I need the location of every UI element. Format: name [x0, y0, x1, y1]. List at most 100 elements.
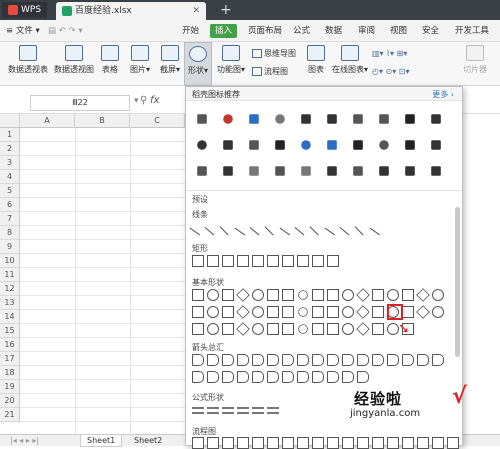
menu-review[interactable]: 审阅	[358, 24, 375, 38]
basic-shape[interactable]	[342, 306, 354, 318]
eq-shape[interactable]	[252, 407, 264, 414]
basic-shape[interactable]	[236, 288, 250, 302]
person-icon[interactable]	[353, 166, 363, 176]
more-link[interactable]: 更多 ›	[432, 89, 454, 100]
basic-shape[interactable]	[282, 306, 294, 318]
basic-shape[interactable]	[372, 323, 384, 335]
function-chart-button[interactable]: 功能图▾	[214, 42, 248, 75]
eq-shape[interactable]	[222, 407, 234, 414]
row-header-17[interactable]: 17	[0, 352, 20, 366]
basic-shape[interactable]	[252, 289, 264, 301]
basic-shape[interactable]	[312, 289, 324, 301]
hands-icon[interactable]	[405, 166, 415, 176]
gear-icon[interactable]	[379, 140, 389, 150]
row-header-2[interactable]: 2	[0, 142, 20, 156]
eq-shape[interactable]	[207, 407, 219, 414]
tag-icon[interactable]	[431, 166, 441, 176]
row-header-15[interactable]: 15	[0, 324, 20, 338]
arrow-shape[interactable]	[417, 354, 429, 366]
basic-shape[interactable]	[252, 306, 264, 318]
mindmap-button[interactable]: 思维导图	[252, 48, 296, 60]
basic-shape[interactable]	[282, 323, 294, 335]
basic-shape[interactable]	[342, 323, 354, 335]
basic-shape[interactable]	[236, 322, 250, 336]
rect-shape[interactable]	[327, 255, 339, 267]
eq-shape[interactable]	[267, 407, 279, 414]
row-header-13[interactable]: 13	[0, 296, 20, 310]
cross-icon[interactable]	[197, 114, 207, 124]
bottle-icon[interactable]	[379, 166, 389, 176]
basic-shape[interactable]	[267, 289, 279, 301]
select-all-corner[interactable]	[0, 114, 20, 128]
arrow-shape[interactable]	[342, 354, 354, 366]
arrow-shape[interactable]	[297, 371, 309, 383]
basic-shape[interactable]	[432, 306, 444, 318]
basic-shape[interactable]	[207, 289, 219, 301]
document-tab[interactable]: 百度经验.xlsx ✕	[56, 2, 206, 20]
arrow-shape[interactable]	[267, 354, 279, 366]
rect-shape[interactable]	[282, 255, 294, 267]
basic-shape[interactable]	[342, 289, 354, 301]
line-shape[interactable]	[309, 218, 327, 236]
basic-shape[interactable]	[192, 323, 204, 335]
basic-shape[interactable]	[222, 289, 234, 301]
screenshot-button[interactable]: 截屏▾	[156, 42, 184, 75]
eq-shape[interactable]	[237, 407, 249, 414]
basic-shape[interactable]	[432, 289, 444, 301]
flow-shape[interactable]	[312, 437, 324, 449]
chart-button[interactable]: 图表	[304, 42, 328, 75]
arrow-shape[interactable]	[237, 354, 249, 366]
arrow-shape[interactable]	[267, 371, 279, 383]
close-tab-icon[interactable]: ✕	[192, 2, 200, 20]
envelope-icon[interactable]	[405, 140, 415, 150]
arrow-shape[interactable]	[282, 371, 294, 383]
pivot-chart-button[interactable]: 数据透视图	[52, 42, 96, 75]
basic-shape[interactable]	[222, 323, 234, 335]
basic-shape[interactable]	[416, 305, 430, 319]
flow-shape[interactable]	[252, 437, 264, 449]
pie-icon[interactable]	[223, 114, 233, 124]
bulb-icon[interactable]	[275, 114, 285, 124]
flow-shape[interactable]	[447, 437, 459, 449]
basic-shape[interactable]	[356, 305, 370, 319]
basic-shape[interactable]	[327, 306, 339, 318]
row-header-11[interactable]: 11	[0, 268, 20, 282]
column-header-b[interactable]: B	[75, 114, 130, 128]
basic-shape[interactable]	[207, 306, 219, 318]
rect-shape[interactable]	[222, 255, 234, 267]
sheet-tab-1[interactable]: Sheet1	[80, 435, 123, 447]
arrow-shape[interactable]	[237, 371, 249, 383]
row-header-10[interactable]: 10	[0, 254, 20, 268]
flow-shape[interactable]	[267, 437, 279, 449]
row-header-3[interactable]: 3	[0, 156, 20, 170]
zoom-icon[interactable]: ⚲	[140, 95, 147, 106]
sheet-nav-icons[interactable]: |◂ ◂ ▸ ▸|	[4, 435, 45, 447]
arrow-shape[interactable]	[312, 354, 324, 366]
row-header-12[interactable]: 12	[0, 282, 20, 296]
menu-home[interactable]: 开始	[182, 24, 199, 38]
menu-security[interactable]: 安全	[422, 24, 439, 38]
new-tab-button[interactable]: +	[220, 0, 232, 20]
basic-shape[interactable]	[296, 305, 310, 319]
menu-page-layout[interactable]: 页面布局	[248, 24, 282, 38]
file-menu[interactable]: ≡ 文件 ▾	[6, 24, 40, 38]
arrow-shape[interactable]	[252, 371, 264, 383]
basic-shape[interactable]	[192, 289, 204, 301]
menu-view[interactable]: 视图	[390, 24, 407, 38]
flow-shape[interactable]	[357, 437, 369, 449]
car-icon[interactable]	[223, 140, 233, 150]
arrow-shape[interactable]	[402, 354, 414, 366]
basic-shape[interactable]	[356, 288, 370, 302]
hourglass-icon[interactable]	[197, 166, 207, 176]
pen-icon[interactable]	[301, 114, 311, 124]
compass-icon[interactable]	[301, 140, 311, 150]
dropdown-scrollbar[interactable]	[455, 207, 460, 357]
flow-shape[interactable]	[207, 437, 219, 449]
basic-shape[interactable]	[402, 306, 414, 318]
basic-shape[interactable]	[267, 306, 279, 318]
flow-shape[interactable]	[387, 437, 399, 449]
doc-icon[interactable]	[353, 114, 363, 124]
arrow-shape[interactable]	[327, 371, 339, 383]
fx-icon[interactable]: fx	[150, 95, 159, 106]
board-icon[interactable]	[249, 166, 259, 176]
